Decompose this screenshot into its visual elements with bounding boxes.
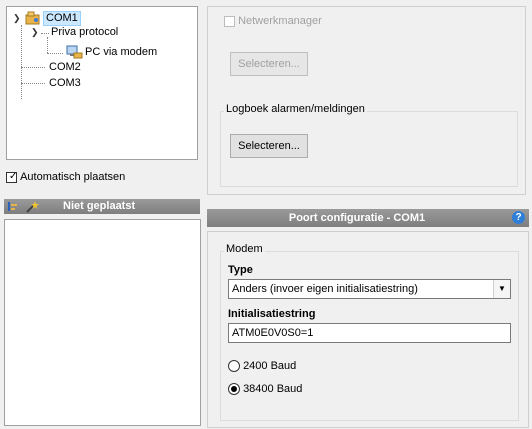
type-select[interactable]: Anders (invoer eigen initialisatiestring… [228, 279, 511, 299]
select-network-button[interactable]: Selecteren... [230, 52, 308, 76]
init-string-input[interactable]: ATM0E0V0S0=1 [228, 323, 511, 343]
placement-tool-icon[interactable] [7, 200, 21, 216]
init-string-label: Initialisatiestring [228, 308, 316, 320]
chevron-down-icon[interactable]: ❯ [13, 13, 21, 24]
port-config-title: Poort configuratie - COM1 [288, 212, 426, 224]
help-icon[interactable]: ? [512, 211, 525, 224]
baud-2400-radio[interactable]: 2400 Baud [228, 360, 297, 373]
auto-place-checkbox[interactable]: ✓ Automatisch plaatsen [6, 171, 125, 183]
type-select-value: Anders (invoer eigen initialisatiestring… [232, 283, 418, 295]
select-log-button[interactable]: Selecteren... [230, 134, 308, 158]
unplaced-header: Niet geplaatst [4, 199, 200, 214]
dropdown-arrow-icon[interactable]: ▼ [493, 280, 510, 298]
baud-38400-radio[interactable]: 38400 Baud [228, 383, 303, 396]
baud-38400-label: 38400 Baud [243, 383, 303, 396]
auto-place-label: Automatisch plaatsen [20, 171, 126, 184]
tree-item-com3[interactable]: COM3 [49, 77, 81, 90]
tree-item-com2[interactable]: COM2 [49, 61, 81, 74]
tree-item-com1[interactable]: COM1 [43, 11, 81, 26]
log-group-title: Logboek alarmen/meldingen [224, 103, 367, 115]
port-config-panel: Modem Type Anders (invoer eigen initiali… [207, 231, 529, 428]
network-manager-checkbox[interactable]: Netwerkmanager [224, 15, 322, 27]
baud-2400-label: 2400 Baud [243, 360, 297, 373]
settings-panel: Netwerkmanager Selecteren... Logboek ala… [207, 6, 526, 195]
chevron-down-icon[interactable]: ❯ [31, 27, 39, 38]
port-config-header: Poort configuratie - COM1 ? [207, 209, 529, 227]
unplaced-list[interactable] [4, 219, 201, 426]
port-tree[interactable]: ❯ COM1 ❯ Priva protocol PC via modem COM… [6, 6, 198, 160]
modem-folder-icon [25, 11, 41, 28]
type-label: Type [228, 264, 253, 276]
unplaced-title: Niet geplaatst [63, 200, 136, 212]
tree-item-priva-protocol[interactable]: Priva protocol [51, 26, 118, 39]
wand-icon[interactable] [25, 200, 39, 216]
modem-group-title: Modem [224, 243, 265, 255]
network-manager-label: Netwerkmanager [238, 15, 322, 28]
tree-item-pc-via-modem[interactable]: PC via modem [85, 46, 157, 59]
